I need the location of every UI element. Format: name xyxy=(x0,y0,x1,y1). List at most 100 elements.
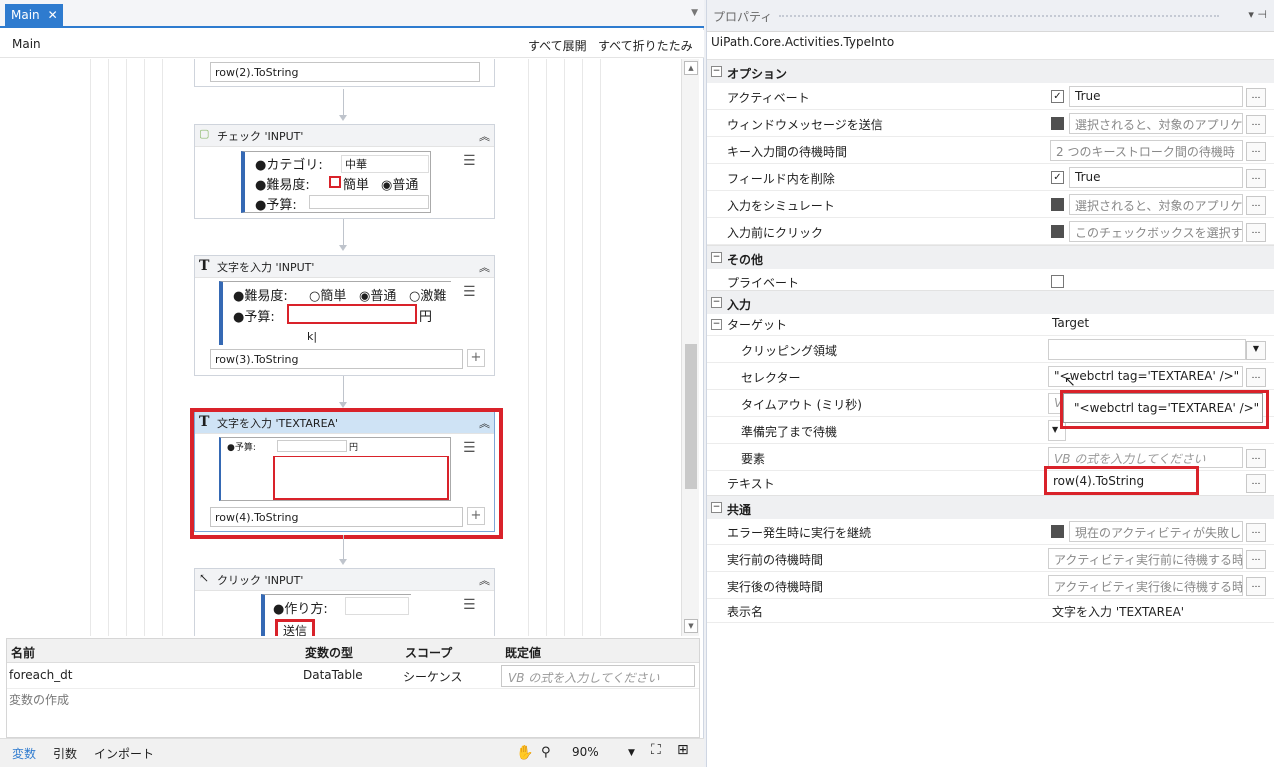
menu-icon[interactable]: ☰ xyxy=(463,284,481,300)
menu-icon[interactable]: ☰ xyxy=(463,153,481,169)
scroll-thumb[interactable] xyxy=(685,344,697,489)
property-value[interactable]: このチェックボックスを選択す xyxy=(1069,221,1243,242)
var-default-input[interactable]: VB の式を入力してください xyxy=(501,665,695,687)
ellipsis-button[interactable]: … xyxy=(1246,449,1266,468)
scroll-down-icon[interactable]: ▼ xyxy=(684,619,698,633)
zoom-level[interactable]: 90% xyxy=(572,745,599,759)
ellipsis-button[interactable]: … xyxy=(1246,474,1266,493)
tab-main[interactable]: Main ✕ xyxy=(5,4,63,28)
section-misc[interactable]: − その他 xyxy=(707,245,1274,269)
property-value[interactable]: 選択されると、対象のアプリケ xyxy=(1069,113,1243,134)
drag-grip[interactable] xyxy=(779,15,1219,17)
property-value[interactable]: 選択されると、対象のアプリケ xyxy=(1069,194,1243,215)
property-row[interactable]: 入力前にクリック このチェックボックスを選択す … xyxy=(707,218,1274,245)
element-value[interactable]: VB の式を入力してください xyxy=(1048,447,1243,468)
property-row[interactable]: キー入力間の待機時間 2 つのキーストローク間の待機時 … xyxy=(707,137,1274,164)
activity-click-input[interactable]: ↖ クリック 'INPUT' ︽ ●作り方: 送信 ☰ xyxy=(194,568,495,636)
ellipsis-button[interactable]: … xyxy=(1246,196,1266,215)
tab-variables[interactable]: 変数 xyxy=(12,745,36,762)
var-scope[interactable]: シーケンス xyxy=(403,668,462,685)
scroll-up-icon[interactable]: ▲ xyxy=(684,61,698,75)
property-row[interactable]: セレクター "<webctrl tag='TEXTAREA' />" … xyxy=(707,363,1274,390)
text-field[interactable]: row(3).ToString xyxy=(210,349,463,369)
section-common[interactable]: − 共通 xyxy=(707,495,1274,519)
section-input[interactable]: − 入力 xyxy=(707,290,1274,314)
expand-all-button[interactable]: すべて展開 xyxy=(528,37,587,54)
section-options[interactable]: − オプション xyxy=(707,59,1274,83)
property-row[interactable]: ウィンドウメッセージを送信 選択されると、対象のアプリケ … xyxy=(707,110,1274,137)
collapse-icon[interactable]: − xyxy=(711,66,722,77)
checkbox-indeterminate[interactable] xyxy=(1051,225,1064,238)
ellipsis-button[interactable]: … xyxy=(1246,577,1266,596)
ellipsis-button[interactable]: … xyxy=(1246,523,1266,542)
hand-icon[interactable]: ✋ xyxy=(516,745,533,761)
tab-imports[interactable]: インポート xyxy=(94,745,154,762)
ellipsis-button[interactable]: … xyxy=(1246,550,1266,569)
canvas-scrollbar[interactable]: ▲ ▼ xyxy=(681,59,699,636)
property-row[interactable]: − ターゲット Target xyxy=(707,312,1274,336)
property-value[interactable]: アクティビティ実行後に待機する時 xyxy=(1048,575,1243,596)
activity-check-input[interactable]: ▢ チェック 'INPUT' ︽ ●カテゴリ: 中華 ●難易度: 簡単 ◉普通 … xyxy=(194,124,495,219)
property-value[interactable]: 現在のアクティビティが失敗し xyxy=(1069,521,1243,542)
var-name[interactable]: foreach_dt xyxy=(9,668,73,682)
property-row[interactable]: クリッピング領域 ▼ xyxy=(707,336,1274,363)
property-value[interactable]: True xyxy=(1069,167,1243,188)
collapse-all-button[interactable]: すべて折りたたみ xyxy=(598,37,693,54)
chevron-down-icon[interactable]: ▼ xyxy=(691,8,698,18)
add-icon[interactable]: + xyxy=(467,349,485,367)
collapse-icon[interactable]: ︽ xyxy=(479,572,490,588)
checkbox-indeterminate[interactable] xyxy=(1051,198,1064,211)
tab-arguments[interactable]: 引数 xyxy=(53,745,77,762)
property-row[interactable]: 入力をシミュレート 選択されると、対象のアプリケ … xyxy=(707,191,1274,218)
activity-header[interactable]: ▢ チェック 'INPUT' ︽ xyxy=(195,125,494,147)
activity-previous[interactable]: row(2).ToString xyxy=(194,59,495,87)
workflow-canvas[interactable]: row(2).ToString ▢ チェック 'INPUT' ︽ ●カテゴリ: … xyxy=(0,59,681,636)
var-type[interactable]: DataTable xyxy=(303,668,363,682)
ellipsis-button[interactable]: … xyxy=(1246,169,1266,188)
activity-header[interactable]: T 文字を入力 'INPUT' ︽ xyxy=(195,256,494,278)
ellipsis-button[interactable]: … xyxy=(1246,142,1266,161)
create-variable-link[interactable]: 変数の作成 xyxy=(9,691,69,708)
table-row[interactable]: foreach_dt DataTable シーケンス VB の式を入力してくださ… xyxy=(7,663,699,689)
bottom-bar: 変数 引数 インポート ✋ ⚲ 90% ▼ ⛶ ⊞ xyxy=(0,738,704,767)
checkbox-checked[interactable]: ✓ xyxy=(1051,90,1064,103)
property-row[interactable]: アクティベート ✓ True … xyxy=(707,83,1274,110)
menu-icon[interactable]: ☰ xyxy=(463,597,481,613)
pin-icon[interactable]: ▾ ⊣ xyxy=(1248,8,1267,21)
checkbox-indeterminate[interactable] xyxy=(1051,117,1064,130)
collapse-icon[interactable]: − xyxy=(711,297,722,308)
property-value[interactable]: 2 つのキーストローク間の待機時 xyxy=(1050,140,1243,161)
collapse-icon[interactable]: − xyxy=(711,319,722,330)
overview-icon[interactable]: ⊞ xyxy=(677,742,689,758)
ellipsis-button[interactable]: … xyxy=(1246,88,1266,107)
property-row[interactable]: 実行前の待機時間 アクティビティ実行前に待機する時 … xyxy=(707,545,1274,572)
close-icon[interactable]: ✕ xyxy=(48,8,58,22)
chevron-down-icon[interactable]: ▼ xyxy=(628,748,635,758)
property-row[interactable]: 実行後の待機時間 アクティビティ実行後に待機する時 … xyxy=(707,572,1274,599)
property-value[interactable]: True xyxy=(1069,86,1243,107)
checkbox-unchecked[interactable] xyxy=(1051,275,1064,288)
property-value[interactable]: アクティビティ実行前に待機する時 xyxy=(1048,548,1243,569)
collapse-icon[interactable]: ︽ xyxy=(479,128,490,144)
text-field[interactable]: row(2).ToString xyxy=(210,62,480,82)
ellipsis-button[interactable]: … xyxy=(1246,223,1266,242)
clipping-select[interactable] xyxy=(1048,339,1246,360)
activity-type-into-input[interactable]: T 文字を入力 'INPUT' ︽ ●難易度: ○簡単 ◉普通 ○激難 ●予算:… xyxy=(194,255,495,376)
collapse-icon[interactable]: − xyxy=(711,502,722,513)
chevron-down-icon[interactable]: ▼ xyxy=(1246,341,1266,360)
search-icon[interactable]: ⚲ xyxy=(541,745,551,760)
collapse-icon[interactable]: − xyxy=(711,252,722,263)
ellipsis-button[interactable]: … xyxy=(1246,368,1266,387)
ellipsis-button[interactable]: … xyxy=(1246,115,1266,134)
fit-screen-icon[interactable]: ⛶ xyxy=(651,742,661,758)
property-row[interactable]: フィールド内を削除 ✓ True … xyxy=(707,164,1274,191)
property-row[interactable]: 表示名 文字を入力 'TEXTAREA' xyxy=(707,599,1274,623)
activity-header[interactable]: ↖ クリック 'INPUT' ︽ xyxy=(195,569,494,591)
property-value[interactable]: 文字を入力 'TEXTAREA' xyxy=(1052,603,1252,620)
checkbox-checked[interactable]: ✓ xyxy=(1051,171,1064,184)
property-row[interactable]: エラー発生時に実行を継続 現在のアクティビティが失敗し … xyxy=(707,518,1274,545)
selector-value[interactable]: "<webctrl tag='TEXTAREA' />" xyxy=(1048,366,1243,387)
checkbox-indeterminate[interactable] xyxy=(1051,525,1064,538)
breadcrumb[interactable]: Main xyxy=(12,37,41,51)
collapse-icon[interactable]: ︽ xyxy=(479,259,490,275)
